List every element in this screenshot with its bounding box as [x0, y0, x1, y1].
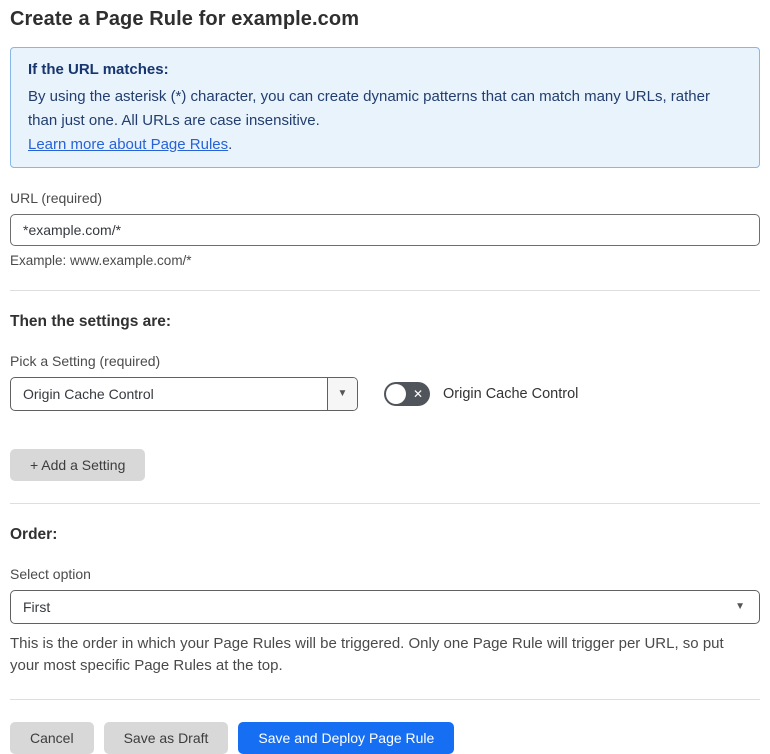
setting-row: Origin Cache Control ▼ ✕ Origin Cache Co…: [10, 377, 760, 411]
toggle-knob: [386, 384, 406, 404]
chevron-down-icon: ▼: [735, 601, 745, 612]
origin-cache-control-toggle[interactable]: ✕: [384, 382, 430, 406]
settings-section-heading: Then the settings are:: [10, 313, 172, 330]
order-helper-text: This is the order in which your Page Rul…: [10, 635, 724, 674]
order-select[interactable]: First ▼: [10, 590, 760, 624]
info-link-line: Learn more about Page Rules.: [28, 136, 742, 153]
learn-more-link[interactable]: Learn more about Page Rules: [28, 136, 228, 153]
order-select-label: Select option: [10, 566, 91, 582]
link-suffix: .: [228, 136, 233, 153]
toggle-label: Origin Cache Control: [443, 386, 579, 402]
toggle-off-x-icon: ✕: [412, 386, 423, 401]
url-example-helper: Example: www.example.com/*: [10, 253, 192, 268]
pick-setting-label: Pick a Setting (required): [10, 353, 161, 369]
create-page-rule-form: Create a Page Rule for example.com If th…: [0, 0, 770, 754]
divider: [10, 290, 760, 291]
divider: [10, 698, 760, 700]
setting-select-arrow-button[interactable]: ▼: [327, 378, 357, 410]
page-title: Create a Page Rule for example.com: [10, 8, 360, 30]
order-select-value: First: [23, 599, 51, 615]
add-setting-button[interactable]: + Add a Setting: [10, 449, 146, 481]
url-match-info-box: If the URL matches: By using the asteris…: [10, 47, 760, 168]
url-field-label: URL (required): [10, 190, 103, 206]
save-and-deploy-button[interactable]: Save and Deploy Page Rule: [238, 721, 455, 754]
divider: [10, 503, 760, 504]
setting-select-value: Origin Cache Control: [23, 386, 154, 402]
save-as-draft-button[interactable]: Save as Draft: [103, 721, 229, 754]
info-box-heading: If the URL matches:: [28, 61, 169, 78]
chevron-down-icon: ▼: [337, 388, 348, 399]
form-actions: Cancel Save as Draft Save and Deploy Pag…: [10, 721, 760, 754]
order-section-heading: Order:: [10, 526, 58, 543]
origin-cache-control-toggle-group: ✕ Origin Cache Control: [384, 382, 578, 406]
cancel-button[interactable]: Cancel: [10, 721, 94, 754]
setting-select[interactable]: Origin Cache Control ▼: [10, 377, 358, 411]
url-input[interactable]: [10, 214, 760, 246]
info-box-body: By using the asterisk (*) character, you…: [28, 88, 710, 129]
